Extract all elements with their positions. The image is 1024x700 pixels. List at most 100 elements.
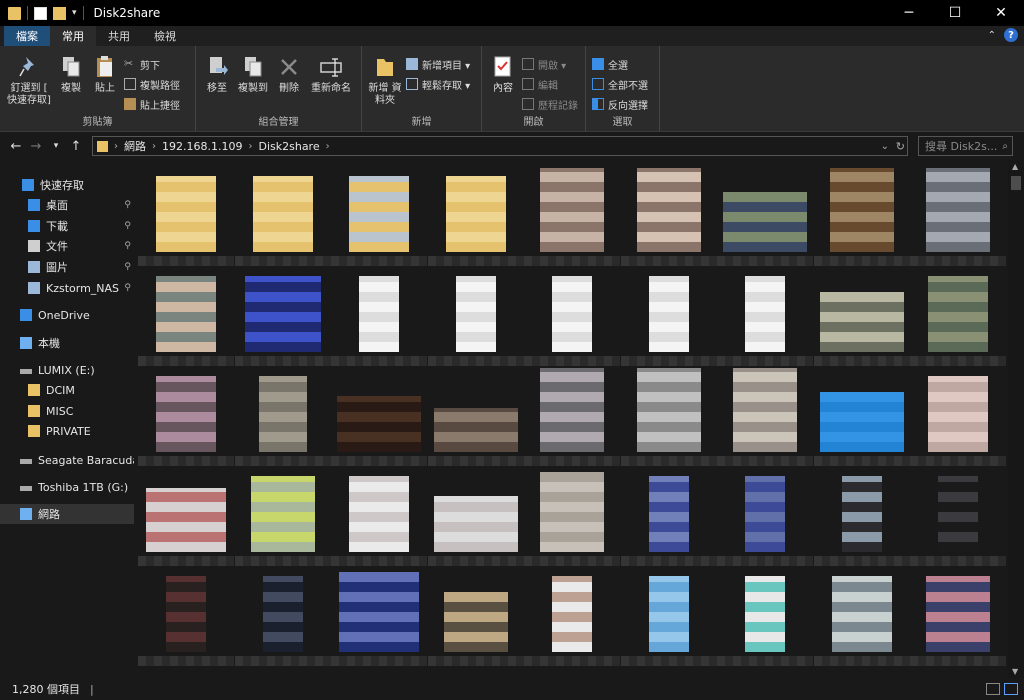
file-item[interactable] <box>138 466 234 566</box>
cut-button[interactable]: ✂ 剪下 <box>124 56 180 72</box>
file-item[interactable] <box>427 366 524 466</box>
address-bar[interactable]: › 網路 › 192.168.1.109 › Disk2share › ⌄ ↻ <box>92 136 908 156</box>
file-item[interactable] <box>813 466 910 566</box>
large-icons-view-icon[interactable] <box>1004 683 1018 695</box>
file-item[interactable] <box>717 566 813 666</box>
sidebar-item[interactable]: LUMIX (E:) <box>0 360 134 380</box>
file-item[interactable] <box>331 266 427 366</box>
file-item[interactable] <box>620 166 717 266</box>
maximize-button[interactable]: ☐ <box>932 0 978 26</box>
sidebar-item[interactable]: PRIVATE <box>0 421 134 441</box>
tab-share[interactable]: 共用 <box>96 26 142 46</box>
help-icon[interactable]: ? <box>1004 28 1018 42</box>
file-item[interactable] <box>427 466 524 566</box>
close-button[interactable]: ✕ <box>978 0 1024 26</box>
file-item[interactable] <box>138 366 234 466</box>
sidebar-item[interactable]: 文件 ⚲ <box>0 236 134 256</box>
history-button[interactable]: 歷程記錄 <box>522 96 578 112</box>
file-item[interactable] <box>813 366 910 466</box>
file-item[interactable] <box>910 266 1006 366</box>
sidebar-item[interactable]: Seagate Baracuda 3 <box>0 450 134 470</box>
new-item-button[interactable]: 新增項目 ▾ <box>406 56 470 72</box>
tab-file[interactable]: 檔案 <box>4 26 50 46</box>
file-item[interactable] <box>717 466 813 566</box>
forward-button[interactable]: → <box>26 139 46 154</box>
sidebar-item[interactable]: DCIM <box>0 380 134 400</box>
folder-item[interactable] <box>138 166 234 266</box>
customize-quick-access-icon[interactable]: ▾ <box>72 8 77 18</box>
sidebar-item[interactable]: Toshiba 1TB (G:) <box>0 477 134 497</box>
edit-button[interactable]: 編輯 <box>522 76 578 92</box>
file-item[interactable] <box>331 366 427 466</box>
vertical-scrollbar[interactable]: ▲ ▼ <box>1008 160 1024 678</box>
file-item[interactable] <box>813 166 910 266</box>
file-item[interactable] <box>234 466 331 566</box>
file-item[interactable] <box>234 566 331 666</box>
breadcrumb-share[interactable]: Disk2share <box>258 140 319 153</box>
scroll-down-icon[interactable]: ▼ <box>1012 667 1018 676</box>
breadcrumb-network[interactable]: 網路 <box>124 138 146 154</box>
copy-path-button[interactable]: 複製路徑 <box>124 76 180 92</box>
file-item[interactable] <box>331 466 427 566</box>
breadcrumb-host[interactable]: 192.168.1.109 <box>162 140 242 153</box>
file-item[interactable] <box>524 266 620 366</box>
scroll-up-icon[interactable]: ▲ <box>1012 162 1018 171</box>
select-none-button[interactable]: 全部不選 <box>592 76 648 92</box>
file-item[interactable] <box>620 266 717 366</box>
select-all-button[interactable]: 全選 <box>592 56 648 72</box>
file-item[interactable] <box>910 466 1006 566</box>
folder-item[interactable] <box>427 166 524 266</box>
file-item[interactable] <box>620 366 717 466</box>
file-item[interactable] <box>234 266 331 366</box>
file-item[interactable] <box>620 566 717 666</box>
file-item[interactable] <box>331 566 427 666</box>
back-button[interactable]: ← <box>6 139 26 154</box>
easy-access-button[interactable]: 輕鬆存取 ▾ <box>406 76 470 92</box>
file-item[interactable] <box>910 566 1006 666</box>
minimize-button[interactable]: ─ <box>886 0 932 26</box>
file-item[interactable] <box>524 166 620 266</box>
up-button[interactable]: ↑ <box>66 139 86 154</box>
file-item[interactable] <box>138 566 234 666</box>
file-item[interactable] <box>717 266 813 366</box>
sidebar-item[interactable]: 圖片 ⚲ <box>0 257 134 277</box>
sidebar-item[interactable]: 桌面 ⚲ <box>0 195 134 215</box>
address-dropdown-icon[interactable]: ⌄ <box>881 141 889 152</box>
open-button[interactable]: 開啟 ▾ <box>522 56 578 72</box>
file-item[interactable] <box>524 566 620 666</box>
file-item[interactable] <box>717 166 813 266</box>
sidebar-item[interactable]: MISC <box>0 401 134 421</box>
properties-icon[interactable] <box>34 6 47 20</box>
invert-selection-button[interactable]: 反向選擇 <box>592 96 648 112</box>
file-item[interactable] <box>427 266 524 366</box>
file-item[interactable] <box>524 466 620 566</box>
collapse-ribbon-icon[interactable]: ⌃ <box>988 30 996 41</box>
file-item[interactable] <box>524 366 620 466</box>
details-view-icon[interactable] <box>986 683 1000 695</box>
file-item[interactable] <box>910 366 1006 466</box>
sidebar-item[interactable]: 下載 ⚲ <box>0 216 134 236</box>
search-input[interactable]: 搜尋 Disk2s... ⌕ <box>918 136 1013 156</box>
file-item[interactable] <box>234 366 331 466</box>
file-item[interactable] <box>813 266 910 366</box>
file-item[interactable] <box>813 566 910 666</box>
tab-view[interactable]: 檢視 <box>142 26 188 46</box>
sidebar-item[interactable]: 網路 <box>0 504 134 524</box>
file-item[interactable] <box>138 266 234 366</box>
file-item[interactable] <box>717 366 813 466</box>
recent-locations-button[interactable]: ▾ <box>46 141 66 151</box>
new-folder-icon[interactable] <box>53 6 66 20</box>
tab-home[interactable]: 常用 <box>50 26 96 46</box>
sidebar-item[interactable]: 本機 <box>0 333 134 353</box>
file-item[interactable] <box>427 566 524 666</box>
folder-item[interactable] <box>234 166 331 266</box>
sidebar-item[interactable]: Kzstorm_NAS ⚲ <box>0 278 134 298</box>
paste-shortcut-button[interactable]: 貼上捷徑 <box>124 96 180 112</box>
sidebar-item[interactable]: OneDrive <box>0 305 134 325</box>
file-item[interactable] <box>910 166 1006 266</box>
sidebar-item[interactable]: 快速存取 <box>0 175 134 195</box>
scroll-thumb[interactable] <box>1011 176 1021 190</box>
folder-item[interactable] <box>331 166 427 266</box>
refresh-icon[interactable]: ↻ <box>896 140 905 153</box>
file-item[interactable] <box>620 466 717 566</box>
